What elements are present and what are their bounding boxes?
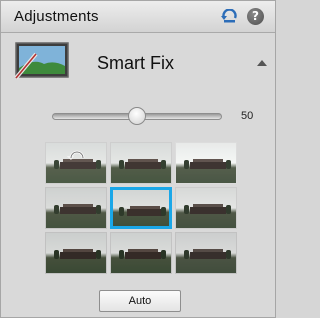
thumbnail-9[interactable] bbox=[175, 232, 237, 274]
help-icon[interactable]: ? bbox=[247, 8, 264, 25]
section-title: Smart Fix bbox=[97, 53, 175, 73]
reset-arrow-icon[interactable] bbox=[66, 147, 88, 160]
undo-arrow-icon[interactable] bbox=[221, 8, 238, 24]
thumbnail-1[interactable] bbox=[45, 142, 107, 184]
thumbnail-3[interactable] bbox=[175, 142, 237, 184]
thumbnail-2[interactable] bbox=[110, 142, 172, 184]
smart-fix-slider-thumb[interactable] bbox=[128, 107, 146, 125]
triangle-up-icon[interactable] bbox=[257, 60, 267, 66]
auto-button[interactable]: Auto bbox=[99, 290, 181, 312]
adjustments-panel: Adjustments ? Smart Fix 50 Auto bbox=[0, 0, 276, 318]
thumbnail-5-selected[interactable] bbox=[110, 187, 172, 229]
thumbnail-8[interactable] bbox=[110, 232, 172, 274]
thumbnail-4[interactable] bbox=[45, 187, 107, 229]
slider-value: 50 bbox=[241, 110, 254, 122]
panel-titlebar: Adjustments ? bbox=[1, 1, 275, 33]
thumbnail-6[interactable] bbox=[175, 187, 237, 229]
smart-fix-icon bbox=[14, 42, 70, 80]
panel-title: Adjustments bbox=[14, 8, 99, 25]
smart-fix-thumbnail-grid bbox=[45, 142, 237, 274]
thumbnail-7[interactable] bbox=[45, 232, 107, 274]
